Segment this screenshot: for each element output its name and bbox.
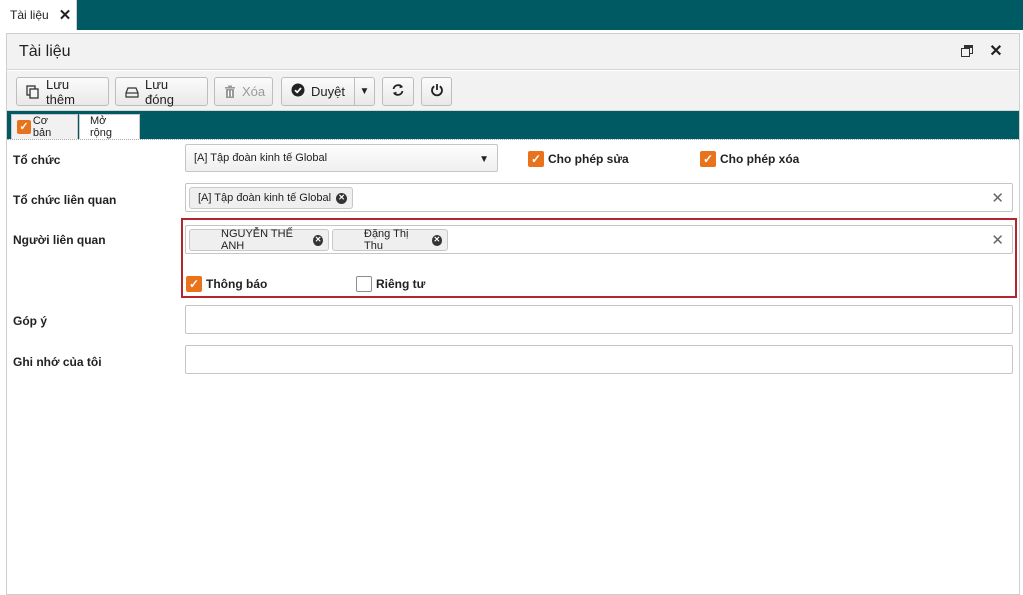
copy-icon [26, 84, 40, 99]
panel-title: Tài liệu [19, 43, 71, 60]
related-person-tag: Đặng Thị Thu ✕ [332, 228, 448, 252]
save-new-button[interactable]: Lưu thêm [16, 76, 109, 107]
document-panel: Tài liệu ✕ Lưu thêm Lưu đóng Xóa Duyệt ▼… [6, 33, 1020, 595]
save-icon [125, 85, 139, 99]
refresh-icon [391, 83, 405, 100]
approve-split-button: Duyệt ▼ [281, 77, 375, 106]
trash-icon [224, 85, 236, 99]
notify-label: Thông báo [206, 277, 268, 291]
private-label: Riêng tư [376, 277, 426, 291]
private-checkbox[interactable]: Riêng tư [356, 276, 425, 292]
checkmark-icon: ✓ [528, 151, 544, 167]
checkmark-icon: ✓ [186, 276, 202, 292]
remove-tag-icon[interactable]: ✕ [336, 192, 348, 204]
document-tab-label: Tài liệu [10, 8, 49, 22]
approve-button[interactable]: Duyệt [282, 78, 355, 105]
restore-window-icon[interactable] [959, 43, 975, 59]
close-tab-icon[interactable]: ✕ [59, 8, 72, 23]
feedback-label: Góp ý [13, 314, 48, 328]
chevron-down-icon: ▼ [479, 154, 489, 165]
remove-tag-icon[interactable]: ✕ [431, 234, 442, 246]
document-tab[interactable]: Tài liệu ✕ [0, 0, 77, 30]
related-person-tag-label: NGUYỄN THẾ ANH [221, 228, 293, 252]
delete-label: Xóa [242, 84, 266, 99]
approve-label: Duyệt [311, 84, 345, 99]
save-new-label: Lưu thêm [46, 76, 75, 107]
refresh-button[interactable] [382, 77, 414, 106]
check-circle-icon [291, 83, 305, 100]
panel-header: Tài liệu ✕ [7, 34, 1019, 70]
power-icon [430, 83, 444, 100]
toolbar: Lưu thêm Lưu đóng Xóa Duyệt ▼ [7, 71, 1019, 111]
tab-basic-label: Cơ bản [32, 115, 52, 139]
my-notes-label: Ghi nhớ của tôi [13, 355, 102, 369]
delete-button[interactable]: Xóa [214, 77, 273, 106]
checkmark-icon[interactable]: ✓ [17, 120, 31, 134]
checkbox-empty-icon [356, 276, 372, 292]
power-button[interactable] [421, 77, 452, 106]
approve-dropdown-caret[interactable]: ▼ [355, 78, 374, 105]
related-org-tagbox[interactable]: [A] Tập đoàn kinh tế Global ✕ ✕ [185, 183, 1013, 212]
tab-extended-label: Mở rộng [90, 115, 113, 139]
related-org-tag-label: [A] Tập đoàn kinh tế Global [198, 192, 332, 204]
org-select-value: [A] Tập đoàn kinh tế Global [194, 152, 328, 164]
related-people-label: Người liên quan [13, 233, 106, 247]
feedback-input[interactable] [185, 305, 1013, 334]
top-bar: Tài liệu ✕ [0, 0, 1023, 30]
save-close-label: Lưu đóng [145, 76, 174, 107]
tab-basic[interactable]: ✓ Cơ bản [11, 114, 78, 139]
remove-tag-icon[interactable]: ✕ [313, 234, 323, 246]
related-person-tag: NGUYỄN THẾ ANH ✕ [189, 228, 329, 252]
related-people-tagbox[interactable]: NGUYỄN THẾ ANH ✕ Đặng Thị Thu ✕ ✕ [185, 225, 1013, 254]
allow-edit-checkbox[interactable]: ✓ Cho phép sửa [528, 151, 629, 167]
clear-icon[interactable]: ✕ [991, 189, 1004, 207]
my-notes-input[interactable] [185, 345, 1013, 374]
org-select[interactable]: [A] Tập đoàn kinh tế Global ▼ [185, 144, 498, 172]
related-org-tag: [A] Tập đoàn kinh tế Global ✕ [189, 187, 354, 209]
org-label: Tổ chức [13, 153, 61, 167]
clear-icon[interactable]: ✕ [991, 231, 1004, 249]
allow-edit-label: Cho phép sửa [548, 152, 629, 166]
notify-checkbox[interactable]: ✓ Thông báo [186, 276, 267, 292]
allow-delete-checkbox[interactable]: ✓ Cho phép xóa [700, 151, 799, 167]
related-person-tag-label: Đặng Thị Thu [364, 228, 409, 252]
close-panel-icon[interactable]: ✕ [988, 43, 1004, 60]
allow-delete-label: Cho phép xóa [720, 152, 800, 166]
tabs-bar: ✓ Cơ bản Mở rộng [7, 111, 1019, 139]
checkmark-icon: ✓ [700, 151, 716, 167]
related-org-label: Tổ chức liên quan [13, 193, 117, 207]
tab-extended[interactable]: Mở rộng [79, 114, 140, 139]
save-close-button[interactable]: Lưu đóng [115, 76, 208, 107]
form-area: Tổ chức [A] Tập đoàn kinh tế Global ▼ ✓ … [7, 139, 1019, 595]
